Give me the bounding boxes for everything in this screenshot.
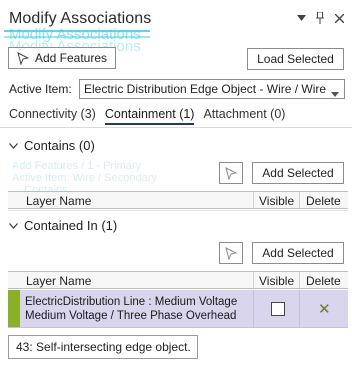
add-features-label: Add Features [34, 51, 108, 65]
contains-grid-bottom [8, 210, 348, 211]
row-color-swatch [8, 290, 20, 327]
ghost-line-2 [4, 36, 150, 38]
delete-x-icon[interactable]: ✕ [318, 300, 331, 318]
contains-grid-header: Layer Name Visible Delete [8, 191, 348, 209]
collapse-chevron-icon [9, 222, 18, 229]
row-layer-name-line1: ElectricDistribution Line : Medium Volta… [25, 296, 238, 308]
active-item-value: Electric Distribution Edge Object - Wire… [84, 82, 327, 96]
contains-add-selected-button[interactable]: Add Selected [252, 162, 344, 184]
contained-in-add-selected-button[interactable]: Add Selected [252, 242, 344, 264]
active-item-label: Active Item: [9, 82, 72, 96]
menu-down-icon[interactable] [296, 12, 306, 24]
contained-in-grid-header: Layer Name Visible Delete [8, 271, 348, 289]
status-message: 43: Self-intersecting edge object. [8, 335, 198, 359]
chevron-down-icon [331, 86, 339, 98]
pane-controls [296, 12, 344, 24]
add-features-button[interactable]: Add Features [8, 47, 116, 69]
contained-in-select-tool-button[interactable] [219, 242, 243, 264]
tab-containment[interactable]: Containment (1) [104, 107, 195, 125]
active-item-select[interactable]: Electric Distribution Edge Object - Wire… [79, 79, 345, 99]
contained-in-section-header[interactable]: Contained In (1) [9, 218, 117, 233]
contained-in-header-label: Contained In (1) [24, 218, 118, 233]
col-layer-name[interactable]: Layer Name [26, 274, 91, 288]
col-layer-name[interactable]: Layer Name [26, 194, 91, 208]
ghost-text-2: Active Item: Wire / Secondary [12, 172, 157, 184]
col-visible[interactable]: Visible [259, 274, 294, 288]
contains-select-tool-button[interactable] [219, 162, 243, 184]
contains-header-label: Contains (0) [24, 138, 95, 153]
col-delete[interactable]: Delete [306, 194, 341, 208]
tab-divider [0, 127, 352, 128]
tab-attachment[interactable]: Attachment (0) [203, 107, 285, 125]
close-icon[interactable] [334, 12, 344, 24]
visible-checkbox[interactable] [271, 302, 285, 316]
col-delete[interactable]: Delete [306, 274, 341, 288]
ghost-text-1: Add Features / 1 - Primary [12, 160, 141, 172]
ghost-line [4, 30, 150, 32]
col-visible[interactable]: Visible [259, 194, 294, 208]
contains-section-header[interactable]: Contains (0) [9, 138, 95, 153]
load-selected-button[interactable]: Load Selected [247, 48, 344, 70]
tab-connectivity[interactable]: Connectivity (3) [9, 107, 96, 125]
row-layer-name: ElectricDistribution Line : Medium Volta… [25, 295, 237, 323]
pin-icon[interactable] [315, 12, 325, 24]
cursor-arrow-icon [225, 166, 237, 180]
association-tabs: Connectivity (3) Containment (1) Attachm… [9, 107, 294, 125]
row-layer-name-line2: Medium Voltage / Three Phase Overhead [25, 310, 237, 322]
cursor-arrow-icon [17, 51, 29, 65]
collapse-chevron-icon [9, 142, 18, 149]
cursor-arrow-icon [225, 246, 237, 260]
table-row[interactable]: ElectricDistribution Line : Medium Volta… [8, 290, 348, 328]
